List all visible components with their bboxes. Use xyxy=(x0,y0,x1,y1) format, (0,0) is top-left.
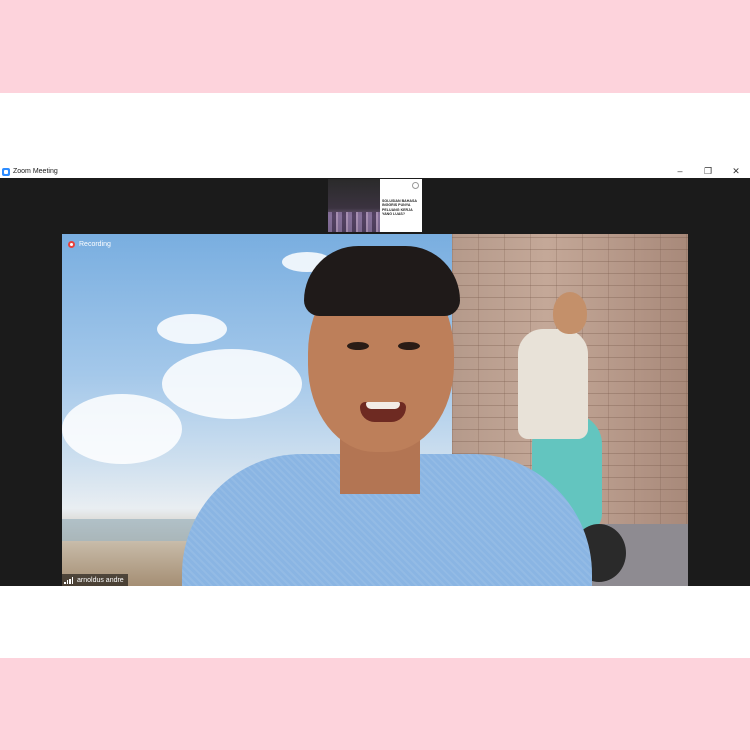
participant-hair xyxy=(304,246,460,316)
shared-screen-thumbnail[interactable]: SOLUSIAN BAHASA INGGRIS PUNYA PELUANG KE… xyxy=(328,179,422,232)
top-white-band xyxy=(0,93,750,165)
close-button[interactable]: ✕ xyxy=(722,165,750,178)
cloud xyxy=(162,349,302,419)
window-titlebar[interactable]: Zoom Meeting – ❐ ✕ xyxy=(0,165,750,178)
bottom-white-band xyxy=(0,586,750,658)
cloud xyxy=(157,314,227,344)
recording-icon xyxy=(68,241,75,248)
window-title: Zoom Meeting xyxy=(13,168,58,175)
thumbnail-photo xyxy=(328,179,380,232)
page: Zoom Meeting – ❐ ✕ SOLUSIAN BAHASA INGGR… xyxy=(0,0,750,750)
recording-label: Recording xyxy=(79,241,111,248)
thumbnail-slide-text: SOLUSIAN BAHASA INGGRIS PUNYA PELUANG KE… xyxy=(382,199,417,217)
participant-name: arnoldus andre xyxy=(77,576,124,584)
signal-strength-icon xyxy=(64,576,74,584)
cloud xyxy=(62,394,182,464)
participant-video[interactable]: Recording arnoldus andre xyxy=(62,234,688,586)
zoom-logo-icon xyxy=(2,167,10,176)
scooter-rider xyxy=(518,329,588,439)
participant-name-tag: arnoldus andre xyxy=(62,574,128,586)
zoom-meeting-window: Zoom Meeting – ❐ ✕ SOLUSIAN BAHASA INGGR… xyxy=(0,165,750,586)
participant-left-eye xyxy=(347,342,369,350)
restore-button[interactable]: ❐ xyxy=(694,165,722,178)
participant-teeth xyxy=(366,402,400,409)
recording-indicator[interactable]: Recording xyxy=(68,241,111,248)
scooter-rider-head xyxy=(553,292,587,334)
participant-right-eye xyxy=(398,342,420,350)
thumbnail-logo-icon xyxy=(412,182,419,189)
thumbnail-crowd xyxy=(328,212,380,232)
minimize-button[interactable]: – xyxy=(666,165,694,178)
